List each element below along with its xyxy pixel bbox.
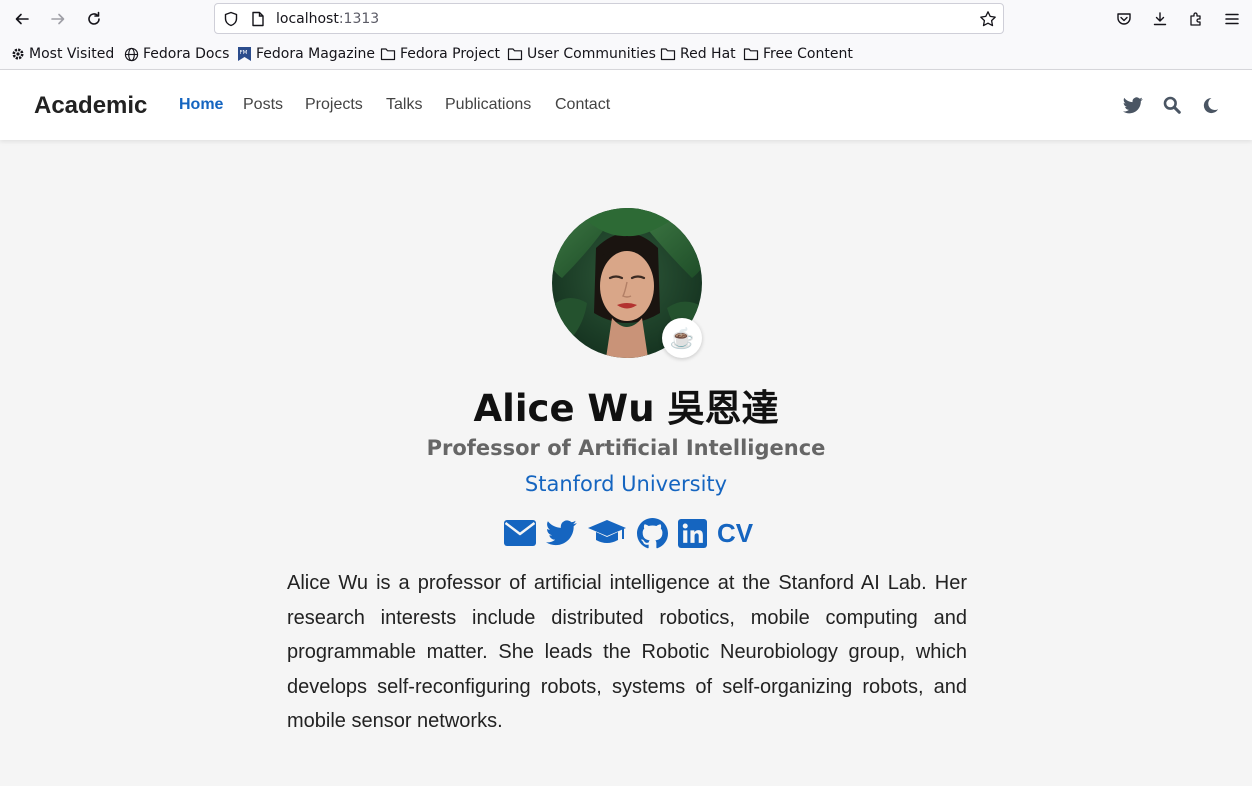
hamburger-icon <box>1225 13 1239 25</box>
back-button[interactable] <box>9 7 35 31</box>
url-text[interactable]: localhost:1313 <box>276 11 379 27</box>
profile-organization[interactable]: Stanford University <box>0 472 1252 496</box>
fedora-magazine-icon: FM <box>238 47 251 61</box>
envelope-icon <box>504 520 536 546</box>
star-icon[interactable] <box>979 10 997 28</box>
menu-button[interactable] <box>1219 7 1245 31</box>
shield-icon <box>224 11 238 27</box>
search-icon <box>1163 96 1181 114</box>
bookmark-fedora-project[interactable]: Fedora Project <box>380 44 500 64</box>
nav-search-button[interactable] <box>1161 94 1183 116</box>
bookmark-label: Fedora Docs <box>143 46 230 62</box>
pocket-button[interactable] <box>1111 7 1137 31</box>
pocket-icon <box>1117 13 1131 25</box>
bookmark-label: Free Content <box>763 46 853 62</box>
bookmark-label: Red Hat <box>680 46 736 62</box>
arrow-right-icon <box>51 13 65 25</box>
graduation-cap-icon <box>588 520 626 543</box>
bookmark-label: User Communities <box>527 46 656 62</box>
nav-twitter-link[interactable] <box>1122 94 1144 116</box>
browser-chrome: localhost:1313 Most Visited Fedora Docs … <box>0 0 1252 70</box>
bookmark-free-content[interactable]: Free Content <box>743 44 853 64</box>
bookmark-label: Most Visited <box>29 46 115 62</box>
nav-posts[interactable]: Posts <box>243 96 283 114</box>
globe-icon <box>124 47 139 61</box>
browser-toolbar: localhost:1313 <box>0 0 1252 38</box>
nav-talks[interactable]: Talks <box>386 96 422 114</box>
forward-button[interactable] <box>45 7 71 31</box>
google-scholar-link[interactable] <box>587 516 627 550</box>
bookmark-red-hat[interactable]: Red Hat <box>660 44 736 64</box>
status-emoji: ☕ <box>662 318 702 358</box>
url-port: :1313 <box>338 11 380 27</box>
github-icon <box>637 517 668 548</box>
nav-contact[interactable]: Contact <box>555 96 610 114</box>
site-navbar: Academic Home Posts Projects Talks Publi… <box>0 70 1252 140</box>
profile-name: Alice Wu 吳恩達 <box>473 387 779 430</box>
email-link[interactable] <box>504 516 536 550</box>
nav-home[interactable]: Home <box>179 96 223 114</box>
site-brand[interactable]: Academic <box>34 92 147 120</box>
nav-publications[interactable]: Publications <box>445 96 531 114</box>
extensions-button[interactable] <box>1183 7 1209 31</box>
reload-icon <box>88 11 100 25</box>
bookmark-fedora-docs[interactable]: Fedora Docs <box>124 44 229 64</box>
folder-icon <box>507 48 523 61</box>
nav-dark-mode-toggle[interactable] <box>1199 94 1221 116</box>
downloads-button[interactable] <box>1147 7 1173 31</box>
reload-button[interactable] <box>81 7 107 31</box>
folder-icon <box>660 48 676 61</box>
moon-icon <box>1203 97 1218 113</box>
social-links: CV <box>504 516 753 550</box>
profile-bio: Alice Wu is a professor of artificial in… <box>287 572 967 733</box>
bookmark-most-visited[interactable]: Most Visited <box>11 44 114 64</box>
url-bar[interactable]: localhost:1313 <box>214 3 1004 34</box>
svg-text:FM: FM <box>240 50 248 56</box>
bookmark-fedora-magazine[interactable]: FM Fedora Magazine <box>237 44 375 64</box>
twitter-link[interactable] <box>546 516 577 550</box>
gear-icon <box>12 48 24 60</box>
twitter-icon <box>546 520 577 546</box>
page-icon <box>252 11 264 27</box>
github-link[interactable] <box>637 516 668 550</box>
arrow-left-icon <box>15 13 29 25</box>
bookmarks-toolbar: Most Visited Fedora Docs FM Fedora Magaz… <box>0 42 1252 66</box>
profile-role: Professor of Artificial Intelligence <box>426 436 826 460</box>
linkedin-link[interactable] <box>678 516 707 550</box>
folder-icon <box>380 48 396 61</box>
puzzle-icon <box>1190 12 1201 26</box>
cv-link[interactable]: CV <box>717 516 753 550</box>
download-icon <box>1153 12 1167 26</box>
bookmark-user-communities[interactable]: User Communities <box>507 44 656 64</box>
folder-icon <box>743 48 759 61</box>
twitter-icon <box>1123 96 1143 113</box>
bookmark-label: Fedora Project <box>400 46 501 62</box>
linkedin-icon <box>678 518 707 548</box>
bookmark-label: Fedora Magazine <box>256 46 375 62</box>
url-host: localhost <box>276 11 339 27</box>
nav-projects[interactable]: Projects <box>305 96 363 114</box>
